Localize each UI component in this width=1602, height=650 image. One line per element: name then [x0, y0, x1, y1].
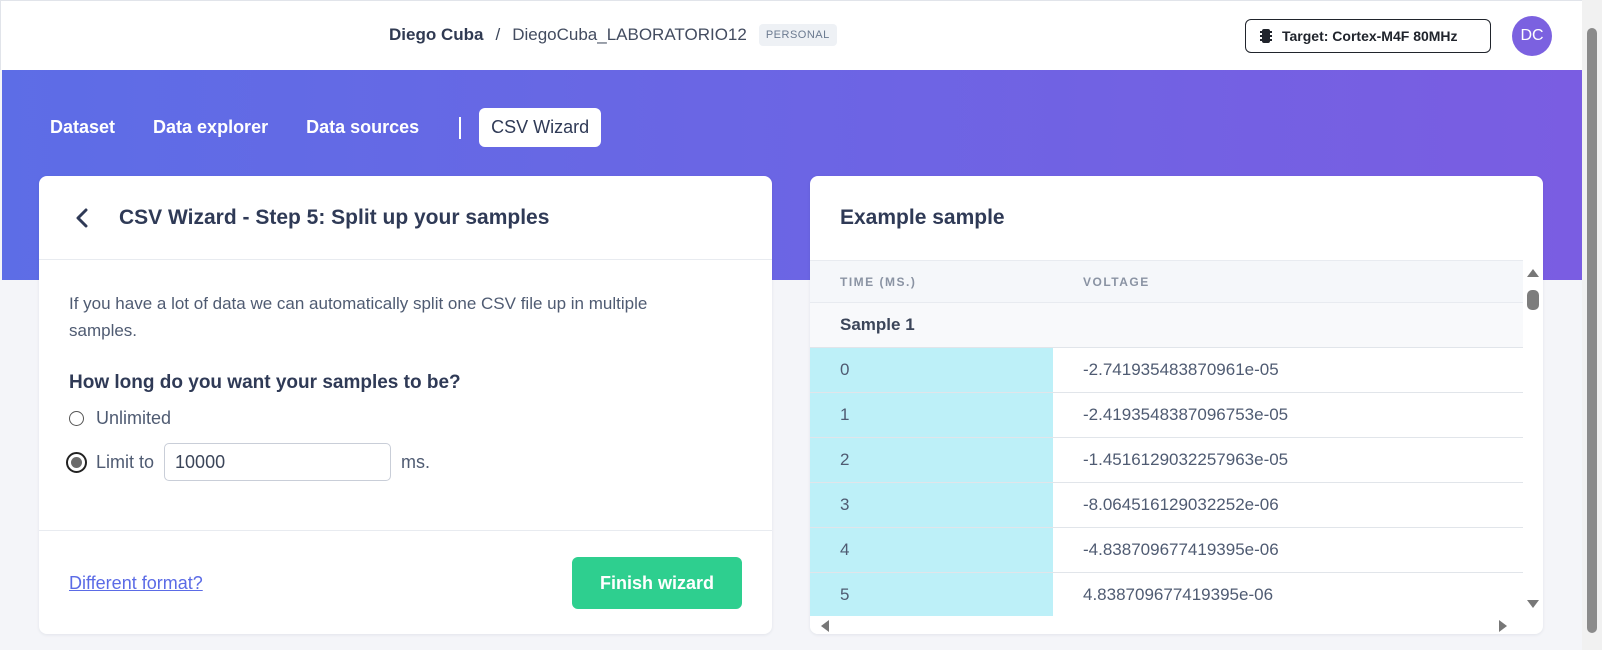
finish-wizard-button[interactable]: Finish wizard: [572, 557, 742, 609]
target-device-label: Target: Cortex-M4F 80MHz: [1282, 28, 1458, 44]
page-scrollbar[interactable]: [1582, 0, 1602, 650]
personal-badge: PERSONAL: [758, 24, 837, 46]
scroll-right-arrow-icon[interactable]: [1499, 620, 1507, 632]
limit-input[interactable]: [164, 443, 392, 481]
voltage-cell: -1.4516129032257963e-05: [1053, 437, 1523, 483]
option-limit-row[interactable]: Limit to ms.: [66, 443, 742, 481]
limit-radio[interactable]: [66, 451, 87, 473]
wizard-title: CSV Wizard - Step 5: Split up your sampl…: [119, 205, 550, 229]
scroll-left-arrow-icon[interactable]: [821, 620, 829, 632]
example-sample-card: Example sample TIME (MS.) VOLTAGE Sample…: [810, 176, 1543, 634]
sample-group-row: Sample 1: [810, 302, 1523, 348]
voltage-cell: -2.741935483870961e-05: [1053, 347, 1523, 393]
column-header-time: TIME (MS.): [810, 260, 1053, 303]
breadcrumb: Diego Cuba / DiegoCuba_LABORATORIO12 PER…: [389, 24, 837, 46]
voltage-cell: -8.064516129032252e-06: [1053, 482, 1523, 528]
avatar[interactable]: DC: [1512, 16, 1552, 56]
time-cell: 1: [810, 392, 1053, 438]
back-button[interactable]: [67, 203, 97, 233]
voltage-cell: -2.4193548387096753e-05: [1053, 392, 1523, 438]
chevron-left-icon: [76, 208, 88, 227]
table-header-row: TIME (MS.) VOLTAGE: [810, 260, 1523, 303]
chip-icon: [1260, 28, 1272, 44]
tab-data-explorer[interactable]: Data explorer: [141, 108, 280, 147]
page-scroll-thumb[interactable]: [1587, 28, 1597, 633]
target-device-button[interactable]: Target: Cortex-M4F 80MHz: [1245, 19, 1491, 53]
table-row: 1 -2.4193548387096753e-05: [810, 392, 1523, 438]
sample-table-wrapper[interactable]: TIME (MS.) VOLTAGE Sample 1 0 -2.7419354…: [810, 260, 1523, 616]
table-row: 4 -4.838709677419395e-06: [810, 527, 1523, 573]
wizard-body: If you have a lot of data we can automat…: [39, 260, 772, 481]
tab-bar: Dataset Data explorer Data sources CSV W…: [38, 108, 615, 147]
table-row: 2 -1.4516129032257963e-05: [810, 437, 1523, 483]
tab-divider: [459, 116, 462, 139]
voltage-cell: 4.838709677419395e-06: [1053, 572, 1523, 616]
unlimited-radio[interactable]: [69, 411, 84, 426]
breadcrumb-separator: /: [495, 25, 501, 44]
table-row: 5 4.838709677419395e-06: [810, 572, 1523, 616]
time-cell: 4: [810, 527, 1053, 573]
different-format-link[interactable]: Different format?: [69, 573, 203, 594]
sample-group-label: Sample 1: [810, 302, 1053, 348]
time-cell: 0: [810, 347, 1053, 393]
option-unlimited-row[interactable]: Unlimited: [69, 408, 742, 429]
sample-table: TIME (MS.) VOLTAGE Sample 1 0 -2.7419354…: [810, 260, 1523, 616]
table-horizontal-scrollbar[interactable]: [810, 616, 1523, 634]
unlimited-label[interactable]: Unlimited: [96, 408, 171, 429]
wizard-header: CSV Wizard - Step 5: Split up your sampl…: [39, 176, 772, 260]
wizard-intro: If you have a lot of data we can automat…: [69, 294, 648, 340]
scroll-down-arrow-icon[interactable]: [1527, 600, 1539, 608]
column-header-voltage: VOLTAGE: [1053, 260, 1523, 303]
example-sample-title: Example sample: [840, 206, 1005, 229]
limit-unit: ms.: [401, 451, 431, 472]
limit-label[interactable]: Limit to: [96, 452, 154, 473]
time-cell: 2: [810, 437, 1053, 483]
scroll-thumb[interactable]: [1527, 290, 1539, 310]
breadcrumb-project[interactable]: DiegoCuba_LABORATORIO12: [512, 25, 747, 45]
sample-length-question: How long do you want your samples to be?: [69, 372, 461, 393]
time-cell: 5: [810, 572, 1053, 616]
breadcrumb-owner[interactable]: Diego Cuba: [389, 25, 483, 45]
scroll-up-arrow-icon[interactable]: [1527, 269, 1539, 277]
table-row: 0 -2.741935483870961e-05: [810, 347, 1523, 393]
voltage-cell: -4.838709677419395e-06: [1053, 527, 1523, 573]
table-row: 3 -8.064516129032252e-06: [810, 482, 1523, 528]
csv-wizard-card: CSV Wizard - Step 5: Split up your sampl…: [39, 176, 772, 634]
wizard-footer: Different format? Finish wizard: [39, 530, 772, 634]
tab-data-sources[interactable]: Data sources: [294, 108, 431, 147]
table-vertical-scrollbar[interactable]: [1523, 260, 1543, 616]
time-cell: 3: [810, 482, 1053, 528]
tab-csv-wizard[interactable]: CSV Wizard: [479, 108, 602, 147]
top-header: Diego Cuba / DiegoCuba_LABORATORIO12 PER…: [0, 0, 1582, 70]
tab-dataset[interactable]: Dataset: [38, 108, 127, 147]
